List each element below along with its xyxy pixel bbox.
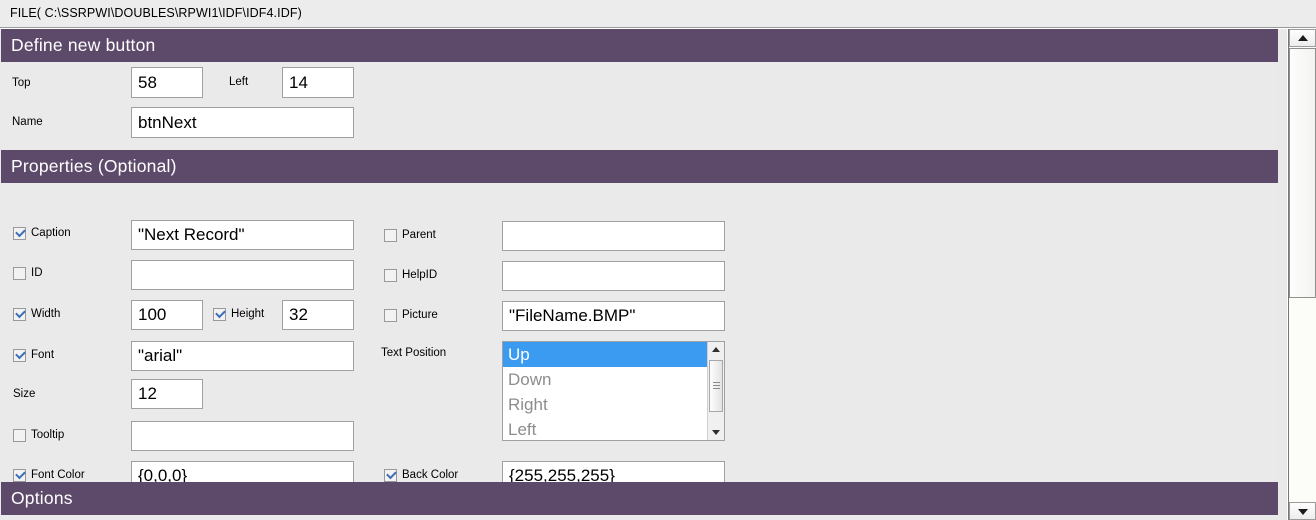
width-label: Width xyxy=(31,308,61,320)
section-title-options: Options xyxy=(11,488,73,508)
form-content-area: Define new button Top Left Name Properti… xyxy=(0,29,1287,520)
define-panel: Top Left Name xyxy=(1,62,1278,150)
file-path-text: FILE( C:\SSRPWI\DOUBLES\RPWI1\IDF\IDF4.I… xyxy=(10,6,302,20)
tooltip-checkbox[interactable] xyxy=(13,429,26,442)
section-title-properties: Properties (Optional) xyxy=(11,156,177,176)
height-label: Height xyxy=(231,308,265,320)
options-panel xyxy=(1,515,1278,520)
height-input[interactable] xyxy=(282,300,354,330)
label-left: Left xyxy=(229,76,249,88)
triangle-up-icon xyxy=(1298,35,1308,41)
id-checkbox[interactable] xyxy=(13,267,26,280)
help-id-checkbox[interactable] xyxy=(384,269,397,282)
font-label: Font xyxy=(31,349,55,361)
id-label: ID xyxy=(31,267,43,279)
width-input[interactable] xyxy=(131,300,203,330)
properties-panel: Caption ID Width Height Font Size Toolti… xyxy=(1,183,1278,491)
text-position-label: Text Position xyxy=(381,347,447,359)
label-name: Name xyxy=(12,116,43,128)
listbox-scroll-up-button[interactable] xyxy=(708,342,724,358)
size-input[interactable] xyxy=(131,379,203,409)
caption-checkbox[interactable] xyxy=(13,227,26,240)
page-scrollbar-thumb[interactable] xyxy=(1289,48,1316,298)
back-color-label: Back Color xyxy=(402,469,459,481)
font-color-label: Font Color xyxy=(31,469,85,481)
help-id-input[interactable] xyxy=(502,261,725,291)
listbox-scrollbar[interactable] xyxy=(707,342,724,440)
picture-label: Picture xyxy=(402,309,438,321)
triangle-up-icon xyxy=(712,347,720,352)
top-input[interactable] xyxy=(131,67,203,98)
back-color-checkbox[interactable] xyxy=(384,469,397,482)
caption-input[interactable] xyxy=(131,220,354,250)
listbox-scroll-thumb[interactable] xyxy=(709,360,723,412)
text-position-option-list: Up Down Right Left xyxy=(503,342,707,440)
listbox-scroll-down-button[interactable] xyxy=(708,424,724,440)
page-scroll-down-button[interactable] xyxy=(1289,502,1316,520)
name-input[interactable] xyxy=(131,107,354,138)
font-input[interactable] xyxy=(131,341,354,371)
tooltip-input[interactable] xyxy=(131,421,354,451)
text-position-option-left[interactable]: Left xyxy=(503,417,707,440)
text-position-option-down[interactable]: Down xyxy=(503,367,707,392)
font-checkbox[interactable] xyxy=(13,349,26,362)
width-checkbox[interactable] xyxy=(13,308,26,321)
text-position-listbox[interactable]: Up Down Right Left xyxy=(502,341,725,441)
caption-label: Caption xyxy=(31,227,71,239)
triangle-down-icon xyxy=(712,430,720,435)
id-input[interactable] xyxy=(131,260,354,290)
picture-checkbox[interactable] xyxy=(384,309,397,322)
parent-checkbox[interactable] xyxy=(384,229,397,242)
help-id-label: HelpID xyxy=(402,269,438,281)
size-label: Size xyxy=(13,388,36,400)
text-position-option-up[interactable]: Up xyxy=(503,342,707,367)
section-header-properties: Properties (Optional) xyxy=(1,150,1278,183)
tooltip-label: Tooltip xyxy=(31,429,65,441)
file-path-bar: FILE( C:\SSRPWI\DOUBLES\RPWI1\IDF\IDF4.I… xyxy=(0,0,1316,28)
height-checkbox[interactable] xyxy=(213,308,226,321)
page-scroll-up-button[interactable] xyxy=(1289,29,1316,47)
app-window: FILE( C:\SSRPWI\DOUBLES\RPWI1\IDF\IDF4.I… xyxy=(0,0,1316,520)
grip-lines-icon xyxy=(713,382,720,383)
picture-input[interactable] xyxy=(502,301,725,331)
section-title-define: Define new button xyxy=(11,35,156,55)
label-top: Top xyxy=(12,77,31,89)
parent-input[interactable] xyxy=(502,221,725,251)
left-input[interactable] xyxy=(282,67,354,98)
section-header-options: Options xyxy=(1,482,1278,515)
text-position-option-right[interactable]: Right xyxy=(503,392,707,417)
triangle-down-icon xyxy=(1298,509,1308,515)
page-scrollbar[interactable] xyxy=(1288,29,1316,520)
font-color-checkbox[interactable] xyxy=(13,469,26,482)
parent-label: Parent xyxy=(402,229,436,241)
section-header-define-new-button: Define new button xyxy=(1,29,1278,62)
